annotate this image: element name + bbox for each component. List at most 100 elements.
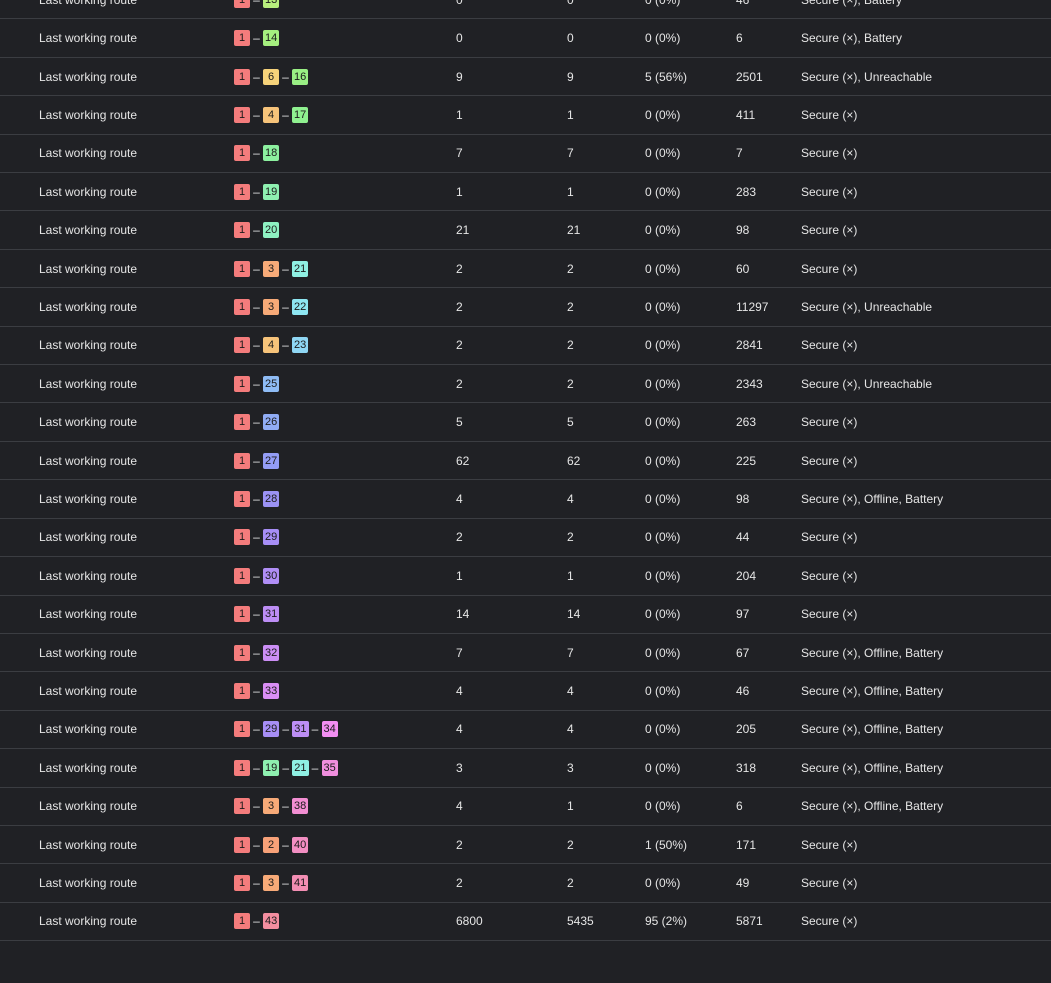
table-row[interactable]: Last working route 1–2–40 2 2 1 (50%) 171 Secu…	[0, 826, 1051, 865]
route-node-badge[interactable]: 30	[263, 567, 280, 584]
route-node-badge[interactable]: 1	[234, 644, 250, 661]
route-node-badge[interactable]: 1	[234, 260, 250, 277]
route-node-badge[interactable]: 13	[263, 0, 280, 8]
route-node-badge[interactable]: 1	[234, 490, 250, 507]
table-row[interactable]: Last working route 1–32 7 7 0 (0%) 67 Secure (…	[0, 634, 1051, 673]
table-row[interactable]: Last working route 1–14 0 0 0 (0%) 6 Secure (×…	[0, 19, 1051, 58]
rtt-value: 2343	[736, 376, 763, 391]
route-node-badge[interactable]: 33	[263, 683, 280, 700]
route-node-badge[interactable]: 1	[234, 375, 250, 392]
route-node-badge[interactable]: 29	[263, 721, 280, 738]
route-separator: –	[282, 69, 289, 84]
route-node-badge[interactable]: 32	[263, 644, 280, 661]
route-node-badge[interactable]: 1	[234, 68, 250, 85]
table-row[interactable]: Last working route 1–4–17 1 1 0 (0%) 411 Secur…	[0, 96, 1051, 135]
route-node-badge[interactable]: 18	[263, 145, 280, 162]
route-node-badge[interactable]: 29	[263, 529, 280, 546]
table-row[interactable]: Last working route 1–29 2 2 0 (0%) 44 Secure (…	[0, 519, 1051, 558]
route-node-badge[interactable]: 23	[292, 337, 309, 354]
route-node-badge[interactable]: 31	[263, 606, 280, 623]
route-path: 1–3–38	[234, 798, 309, 815]
table-row[interactable]: Last working route 1–43 6800 5435 95 (2%) 587…	[0, 903, 1051, 942]
table-row[interactable]: Last working route 1–18 7 7 0 (0%) 7 Secure (×…	[0, 135, 1051, 174]
rx-count: 5	[567, 415, 574, 430]
tx-count: 7	[456, 146, 463, 161]
table-row[interactable]: Last working route 1–20 21 21 0 (0%) 98 Secure…	[0, 211, 1051, 250]
route-node-badge[interactable]: 43	[263, 913, 280, 930]
route-node-badge[interactable]: 3	[263, 260, 279, 277]
route-node-badge[interactable]: 1	[234, 529, 250, 546]
route-node-badge[interactable]: 40	[292, 836, 309, 853]
table-row[interactable]: Last working route 1–3–21 2 2 0 (0%) 60 Secure…	[0, 250, 1051, 289]
route-node-badge[interactable]: 1	[234, 759, 250, 776]
route-node-badge[interactable]: 1	[234, 606, 250, 623]
route-node-badge[interactable]: 2	[263, 836, 279, 853]
table-row[interactable]: Last working route 1–25 2 2 0 (0%) 2343 Secure…	[0, 365, 1051, 404]
route-node-badge[interactable]: 14	[263, 30, 280, 47]
route-node-badge[interactable]: 1	[234, 145, 250, 162]
failed-count: 0 (0%)	[645, 0, 680, 8]
route-node-badge[interactable]: 6	[263, 68, 279, 85]
route-node-badge[interactable]: 34	[321, 721, 338, 738]
table-row[interactable]: Last working route 1–28 4 4 0 (0%) 98 Secure (…	[0, 480, 1051, 519]
route-node-badge[interactable]: 3	[263, 298, 279, 315]
route-node-badge[interactable]: 1	[234, 798, 250, 815]
route-node-badge[interactable]: 1	[234, 337, 250, 354]
route-node-badge[interactable]: 41	[292, 875, 309, 892]
route-node-badge[interactable]: 1	[234, 222, 250, 239]
table-row[interactable]: Last working route 1–29–31–34 4 4 0 (0%) 205 S…	[0, 711, 1051, 750]
table-row[interactable]: Last working route 1–27 62 62 0 (0%) 225 Secur…	[0, 442, 1051, 481]
route-node-badge[interactable]: 21	[292, 260, 309, 277]
table-row[interactable]: Last working route 1–3–22 2 2 0 (0%) 11297 Sec…	[0, 288, 1051, 327]
route-node-badge[interactable]: 19	[263, 183, 280, 200]
route-node-badge[interactable]: 1	[234, 836, 250, 853]
route-path: 1–4–17	[234, 106, 309, 123]
route-node-badge[interactable]: 19	[263, 759, 280, 776]
table-row[interactable]: Last working route 1–30 1 1 0 (0%) 204 Secure …	[0, 557, 1051, 596]
route-node-badge[interactable]: 1	[234, 875, 250, 892]
rtt-value: 6	[736, 31, 743, 46]
route-node-badge[interactable]: 1	[234, 683, 250, 700]
route-node-badge[interactable]: 17	[292, 106, 309, 123]
table-row[interactable]: Last working route 1–13 0 0 0 (0%) 46 Secure (…	[0, 0, 1051, 20]
rtt-value: 2501	[736, 69, 763, 84]
route-node-badge[interactable]: 4	[263, 106, 279, 123]
table-row[interactable]: Last working route 1–6–16 9 9 5 (56%) 2501 Sec…	[0, 58, 1051, 97]
table-row[interactable]: Last working route 1–19–21–35 3 3 0 (0%) 318 S…	[0, 749, 1051, 788]
route-node-badge[interactable]: 1	[234, 913, 250, 930]
route-node-badge[interactable]: 38	[292, 798, 309, 815]
route-node-badge[interactable]: 35	[321, 759, 338, 776]
route-node-badge[interactable]: 1	[234, 183, 250, 200]
route-node-badge[interactable]: 22	[292, 298, 309, 315]
route-node-badge[interactable]: 1	[234, 452, 250, 469]
route-node-badge[interactable]: 3	[263, 798, 279, 815]
table-row[interactable]: Last working route 1–19 1 1 0 (0%) 283 Secure …	[0, 173, 1051, 212]
table-row[interactable]: Last working route 1–33 4 4 0 (0%) 46 Secure (…	[0, 672, 1051, 711]
route-node-badge[interactable]: 1	[234, 106, 250, 123]
route-node-badge[interactable]: 1	[234, 298, 250, 315]
table-row[interactable]: Last working route 1–3–41 2 2 0 (0%) 49 Secure…	[0, 864, 1051, 903]
failed-count: 0 (0%)	[645, 146, 681, 161]
route-path: 1–4–23	[234, 337, 309, 354]
table-row[interactable]: Last working route 1–31 14 14 0 (0%) 97 Secure…	[0, 596, 1051, 634]
route-node-badge[interactable]: 21	[292, 759, 309, 776]
route-node-badge[interactable]: 20	[263, 222, 280, 239]
route-node-badge[interactable]: 1	[234, 721, 250, 738]
route-node-badge[interactable]: 16	[292, 68, 309, 85]
route-node-badge[interactable]: 3	[263, 875, 279, 892]
node-flags: Secure (×), Unreachable	[801, 69, 933, 84]
route-node-badge[interactable]: 1	[234, 30, 250, 47]
route-node-badge[interactable]: 1	[234, 414, 250, 431]
table-row[interactable]: Last working route 1–3–38 4 1 0 (0%) 6 Secure …	[0, 788, 1051, 826]
node-flags: Secure (×), Offline, Battery	[801, 760, 944, 775]
route-node-badge[interactable]: 1	[234, 0, 250, 8]
table-row[interactable]: Last working route 1–26 5 5 0 (0%) 263 Secure …	[0, 403, 1051, 442]
route-node-badge[interactable]: 26	[263, 414, 280, 431]
route-node-badge[interactable]: 25	[263, 375, 280, 392]
route-node-badge[interactable]: 27	[263, 452, 280, 469]
table-row[interactable]: Last working route 1–4–23 2 2 0 (0%) 2841 Secu…	[0, 327, 1051, 366]
route-node-badge[interactable]: 1	[234, 567, 250, 584]
route-node-badge[interactable]: 28	[263, 490, 280, 507]
route-node-badge[interactable]: 4	[263, 337, 279, 354]
route-node-badge[interactable]: 31	[292, 721, 309, 738]
